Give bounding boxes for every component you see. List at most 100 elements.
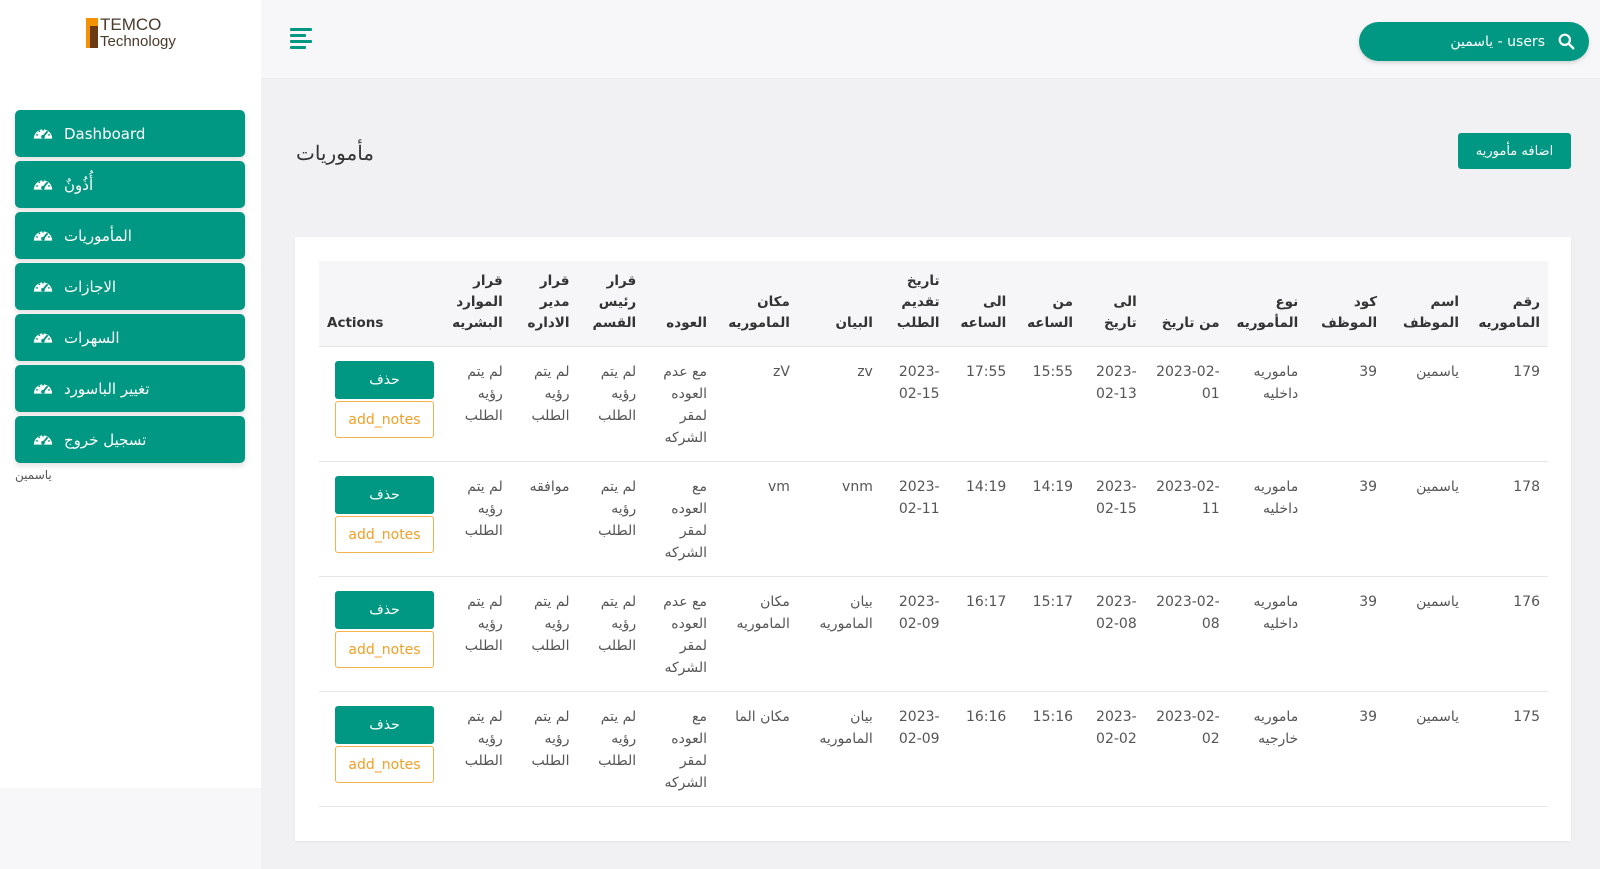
cell-place: مكان الما	[714, 691, 798, 807]
cell-to-date: 2023-02-13	[1081, 346, 1145, 462]
header-type: نوع المأموريه	[1227, 261, 1307, 347]
speedometer-icon	[32, 429, 54, 451]
cell-type: ماموريه خارجيه	[1227, 691, 1307, 807]
cell-to-date: 2023-02-02	[1081, 691, 1145, 807]
cell-hr-decision: لم يتم رؤيه الطلب	[443, 691, 511, 807]
page-title: مأموريات	[296, 141, 374, 165]
delete-button[interactable]: حذف	[335, 591, 434, 629]
sidebar-item-label: السهرات	[64, 328, 120, 347]
add-notes-button[interactable]: add_notes	[335, 631, 434, 668]
sidebar-username: ياسمين	[15, 468, 52, 482]
add-notes-button[interactable]: add_notes	[335, 516, 434, 553]
table-row: حذف add_notes لم يتم رؤيه الطلب لم يتم رؤيه…	[319, 691, 1548, 807]
cell-actions: حذف add_notes	[319, 346, 444, 462]
table-row: حذف add_notes لم يتم رؤيه الطلب لم يتم رؤيه…	[319, 346, 1548, 462]
cell-dept-decision: لم يتم رؤيه الطلب	[577, 346, 645, 462]
cell-type: ماموريه داخليه	[1227, 461, 1307, 577]
cell-return: مع العوده لمقر الشركه	[644, 461, 715, 577]
cell-to-time: 17:55	[947, 346, 1015, 462]
cell-hr-decision: لم يتم رؤيه الطلب	[443, 346, 511, 462]
cell-from-date: 2023-02-02	[1144, 691, 1228, 807]
cell-number: 176	[1466, 576, 1548, 692]
cell-manager-decision: لم يتم رؤيه الطلب	[510, 691, 578, 807]
cell-emp-code: 39	[1306, 461, 1386, 577]
sidebar-item-label: المأموريات	[64, 226, 132, 245]
logo-mark-inner	[90, 26, 98, 48]
header-number: رقم الماموريه	[1466, 261, 1548, 347]
cell-place: zV	[714, 346, 798, 462]
cell-submit-date: 2023-02-09	[880, 576, 948, 692]
sidebar-item-label: Dashboard	[64, 124, 146, 143]
sidebar-item-dashboard[interactable]: Dashboard	[15, 110, 245, 157]
cell-submit-date: 2023-02-15	[880, 346, 948, 462]
cell-type: ماموريه داخليه	[1227, 576, 1307, 692]
cell-actions: حذف add_notes	[319, 691, 444, 807]
cell-description: بيان الماموريه	[797, 576, 881, 692]
header-from-date: من تاريخ	[1144, 261, 1228, 347]
table-header-row: Actions قرار الموارد البشريه قرار مدير ا…	[319, 261, 1548, 347]
delete-button[interactable]: حذف	[335, 476, 434, 514]
sidebar-item-label: الاجازات	[64, 277, 117, 296]
table-row: حذف add_notes لم يتم رؤيه الطلب موافقه لم يت…	[319, 461, 1548, 577]
cell-hr-decision: لم يتم رؤيه الطلب	[443, 461, 511, 577]
search-icon[interactable]	[1558, 33, 1575, 50]
cell-emp-name: ياسمين	[1385, 346, 1467, 462]
cell-from-date: 2023-02-01	[1144, 346, 1228, 462]
sidebar-item-overtime[interactable]: السهرات	[15, 314, 245, 361]
add-notes-button[interactable]: add_notes	[335, 401, 434, 438]
cell-to-time: 14:19	[947, 461, 1015, 577]
cell-number: 179	[1466, 346, 1548, 462]
cell-submit-date: 2023-02-09	[880, 691, 948, 807]
speedometer-icon	[32, 378, 54, 400]
cell-submit-date: 2023-02-11	[880, 461, 948, 577]
cell-description: بيان الماموريه	[797, 691, 881, 807]
header-to-date: الى تاريخ	[1081, 261, 1145, 347]
sidebar-item-missions[interactable]: المأموريات	[15, 212, 245, 259]
hamburger-icon[interactable]	[290, 28, 312, 49]
missions-table: Actions قرار الموارد البشريه قرار مدير ا…	[319, 261, 1548, 807]
sidebar-item-label: تسجيل خروج	[64, 430, 147, 449]
cell-dept-decision: لم يتم رؤيه الطلب	[577, 576, 645, 692]
delete-button[interactable]: حذف	[335, 706, 434, 744]
cell-hr-decision: لم يتم رؤيه الطلب	[443, 576, 511, 692]
sidebar-item-change-password[interactable]: تغيير الباسورد	[15, 365, 245, 412]
header-hr-decision: قرار الموارد البشريه	[443, 261, 511, 347]
search-input[interactable]	[1375, 22, 1545, 61]
cell-emp-name: ياسمين	[1385, 691, 1467, 807]
cell-manager-decision: لم يتم رؤيه الطلب	[510, 346, 578, 462]
cell-type: ماموريه داخليه	[1227, 346, 1307, 462]
temco-logo[interactable]: TEMCO Technology	[86, 16, 176, 54]
cell-return: مع عدم العوده لمقر الشركه	[644, 576, 715, 692]
cell-manager-decision: لم يتم رؤيه الطلب	[510, 576, 578, 692]
cell-return: مع العوده لمقر الشركه	[644, 691, 715, 807]
header-actions: Actions	[319, 261, 444, 347]
header-return: العوده	[644, 261, 715, 347]
cell-emp-name: ياسمين	[1385, 576, 1467, 692]
cell-dept-decision: لم يتم رؤيه الطلب	[577, 691, 645, 807]
sidebar-item-logout[interactable]: تسجيل خروج	[15, 416, 245, 463]
sidebar-item-vacations[interactable]: الاجازات	[15, 263, 245, 310]
sidebar: TEMCO Technology Dashboard أُذُونٌ المأمور…	[0, 0, 261, 788]
main-content: مأموريات اضافه مأموريه Actions قرار المو…	[261, 79, 1600, 869]
cell-from-time: 15:17	[1014, 576, 1082, 692]
cell-from-date: 2023-02-08	[1144, 576, 1228, 692]
cell-from-date: 2023-02-11	[1144, 461, 1228, 577]
cell-emp-code: 39	[1306, 691, 1386, 807]
cell-from-time: 15:55	[1014, 346, 1082, 462]
cell-place: vm	[714, 461, 798, 577]
sidebar-nav: Dashboard أُذُونٌ المأموريات الاجازات السهرا…	[15, 110, 245, 467]
missions-card: Actions قرار الموارد البشريه قرار مدير ا…	[295, 237, 1571, 841]
header-to-time: الى الساعه	[947, 261, 1015, 347]
sidebar-item-permissions[interactable]: أُذُونٌ	[15, 161, 245, 208]
add-notes-button[interactable]: add_notes	[335, 746, 434, 783]
cell-description: vnm	[797, 461, 881, 577]
cell-from-time: 14:19	[1014, 461, 1082, 577]
delete-button[interactable]: حذف	[335, 361, 434, 399]
cell-to-time: 16:17	[947, 576, 1015, 692]
search-box[interactable]	[1359, 22, 1589, 61]
header-from-time: من الساعه	[1014, 261, 1082, 347]
add-mission-button[interactable]: اضافه مأموريه	[1458, 133, 1571, 169]
header-dept-decision: قرار رئيس القسم	[577, 261, 645, 347]
header-submit-date: تاريخ تقديم الطلب	[880, 261, 948, 347]
cell-description: zv	[797, 346, 881, 462]
